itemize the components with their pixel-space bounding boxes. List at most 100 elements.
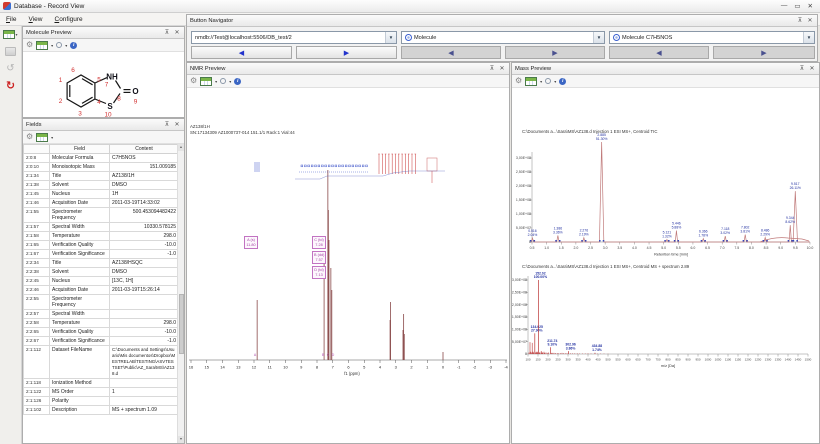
close-button[interactable]: ✕ <box>808 2 813 10</box>
menu-file[interactable]: File <box>0 13 23 26</box>
gear-icon[interactable]: ⚙ <box>190 77 197 85</box>
pin-icon[interactable]: ⊼ <box>798 65 806 73</box>
gear-icon[interactable]: ⚙ <box>515 77 522 85</box>
table-row[interactable]: 2:0:8Molecular FormulaC7H5NOS <box>24 154 179 163</box>
table-row[interactable]: 2:2:45Nucleus[13C, 1H] <box>24 277 179 286</box>
item-combobox-1[interactable]: Molecule ▼ <box>401 31 605 44</box>
table-row[interactable]: 2:1:112Dataset FileNameC:\Documents and … <box>24 346 179 379</box>
previous-item-button-1[interactable]: ◀ <box>401 46 501 59</box>
multiplet-label-box[interactable]: D (td)7.13 <box>312 266 326 279</box>
pin-icon[interactable]: ⊼ <box>796 17 804 25</box>
table-row[interactable]: 2:1:45Nucleus1H <box>24 190 179 199</box>
svg-text:3.81%: 3.81% <box>740 230 750 234</box>
previous-record-button[interactable]: ◀ <box>191 46 292 59</box>
table-row[interactable]: 2:1:102DescriptionMS + spectrum 1.09 <box>24 406 179 415</box>
maximize-button[interactable]: ▭ <box>794 2 800 10</box>
button-navigator-header[interactable]: Button Navigator ⊼ ✕ <box>187 15 817 27</box>
molecule-canvas[interactable]: NH S O 6 1 2 3 4 5 7 8 9 10 <box>23 52 184 117</box>
chevron-down-icon[interactable]: ▼ <box>593 32 604 43</box>
mass-preview-header[interactable]: Mass Preview ⊼ ✕ <box>512 63 819 75</box>
fields-scrollbar[interactable]: ▲ ▼ <box>177 144 184 443</box>
chevron-down-icon[interactable]: ▾ <box>554 79 556 84</box>
table-row[interactable]: 2:0:10Monoisotopic Mass151.009185 <box>24 163 179 172</box>
record-path-combobox[interactable]: nmdb://Test@localhost:5506/DB_test/2 ▼ <box>191 31 397 44</box>
table-row[interactable]: 2:1:122MS Order1 <box>24 388 179 397</box>
chevron-down-icon[interactable]: ▾ <box>215 79 217 84</box>
view-options-icon[interactable] <box>56 42 62 48</box>
next-item-button-1[interactable]: ▶ <box>505 46 605 59</box>
close-icon[interactable]: ✕ <box>173 29 181 37</box>
previous-item-button-2[interactable]: ◀ <box>609 46 709 59</box>
table-row[interactable]: 2:2:38SolventDMSO <box>24 268 179 277</box>
multiplet-label-box[interactable]: A (s)11.80 <box>244 236 258 249</box>
app-window: { "window": { "title": "Database - Recor… <box>0 0 820 444</box>
refresh-icon[interactable]: ↻ <box>3 79 19 91</box>
table-row[interactable]: 2:1:58Temperature298.0 <box>24 232 179 241</box>
svg-text:1000: 1000 <box>705 358 712 362</box>
menu-view[interactable]: View <box>23 13 49 26</box>
table-icon[interactable] <box>525 77 537 86</box>
table-row[interactable]: 2:2:58Temperature298.0 <box>24 319 179 328</box>
next-record-button[interactable]: ▶ <box>296 46 397 59</box>
table-row[interactable]: 2:1:65Verification Quality-10.0 <box>24 241 179 250</box>
pin-icon[interactable]: ⊼ <box>163 121 171 129</box>
close-icon[interactable]: ✕ <box>173 121 181 129</box>
table-row[interactable]: 2:1:126Polarity <box>24 397 179 406</box>
nmr-spectrum-canvas[interactable]: AZ138/1H SN:17134309 AZ1000737-014 151.1… <box>187 88 509 443</box>
close-icon[interactable]: ✕ <box>806 17 814 25</box>
close-icon[interactable]: ✕ <box>808 65 816 73</box>
svg-text:14: 14 <box>220 365 225 370</box>
next-item-button-2[interactable]: ▶ <box>713 46 815 59</box>
gear-icon[interactable]: ⚙ <box>26 133 33 141</box>
chevron-down-icon[interactable]: ▾ <box>65 43 67 48</box>
table-row[interactable]: 2:1:67Verification Significance-1.0 <box>24 250 179 259</box>
svg-text:1350: 1350 <box>775 358 782 362</box>
info-icon[interactable]: i <box>559 78 566 85</box>
scroll-down-arrow[interactable]: ▼ <box>178 436 184 443</box>
chevron-down-icon[interactable]: ▾ <box>229 79 231 84</box>
chevron-down-icon[interactable]: ▼ <box>385 32 396 43</box>
table-row[interactable]: 2:1:38SolventDMSO <box>24 181 179 190</box>
table-row[interactable]: 2:1:55Spectrometer Frequency500.45309448… <box>24 208 179 223</box>
view-options-icon[interactable] <box>220 78 226 84</box>
chevron-down-icon[interactable]: ▼ <box>803 32 814 43</box>
record-table-icon[interactable]: ▾ <box>3 28 19 40</box>
gear-icon[interactable]: ⚙ <box>26 41 33 49</box>
svg-text:5.88%: 5.88% <box>672 226 682 230</box>
pin-icon[interactable]: ⊼ <box>163 29 171 37</box>
scroll-up-arrow[interactable]: ▲ <box>178 144 184 151</box>
chevron-down-icon[interactable]: ▾ <box>51 135 53 140</box>
table-row[interactable]: 2:1:118Ionization Method <box>24 379 179 388</box>
svg-text:3.02%: 3.02% <box>720 231 730 235</box>
info-icon[interactable]: i <box>234 78 241 85</box>
view-options-icon[interactable] <box>545 78 551 84</box>
scrollbar-thumb[interactable] <box>179 294 184 354</box>
minimize-button[interactable]: — <box>781 2 788 10</box>
molecule-preview-header[interactable]: Molecule Preview ⊼ ✕ <box>23 27 184 39</box>
table-row[interactable]: 2:1:46Acquisition Date2011-03-19T14:33:0… <box>24 199 179 208</box>
table-icon[interactable] <box>36 41 48 50</box>
menu-configure[interactable]: Configure <box>48 13 88 26</box>
table-row[interactable]: 2:2:46Acquisition Date2011-03-19T15:26:1… <box>24 286 179 295</box>
chevron-down-icon[interactable]: ▾ <box>540 79 542 84</box>
table-row[interactable]: 2:1:57Spectral Width10330.578125 <box>24 223 179 232</box>
table-icon[interactable] <box>200 77 212 86</box>
chevron-down-icon[interactable]: ▾ <box>51 43 53 48</box>
table-row[interactable]: 2:2:67Verification Significance-1.0 <box>24 337 179 346</box>
mass-spectrum-canvas[interactable]: C:\Documents a...\Sara\MS\AZ138.d Inject… <box>512 88 819 443</box>
table-row[interactable]: 2:1:34TitleAZ138/1H <box>24 172 179 181</box>
pin-icon[interactable]: ⊼ <box>488 65 496 73</box>
close-icon[interactable]: ✕ <box>498 65 506 73</box>
svg-text:26.11%: 26.11% <box>790 186 801 190</box>
table-row[interactable]: 2:2:34TitleAZ138/HSQC <box>24 259 179 268</box>
multiplet-label-box[interactable]: B (dd)7.57 <box>312 251 326 264</box>
table-row[interactable]: 2:2:55Spectrometer Frequency <box>24 295 179 310</box>
item-combobox-2[interactable]: Molecule C7H5NOS ▼ <box>609 31 815 44</box>
table-row[interactable]: 2:2:57Spectral Width <box>24 310 179 319</box>
info-icon[interactable]: i <box>70 42 77 49</box>
table-icon[interactable] <box>36 133 48 142</box>
nmr-preview-header[interactable]: NMR Preview ⊼ ✕ <box>187 63 509 75</box>
multiplet-label-box[interactable]: C (td)7.28 <box>312 236 326 249</box>
fields-header[interactable]: Fields ⊼ ✕ <box>23 119 184 131</box>
table-row[interactable]: 2:2:65Verification Quality-10.0 <box>24 328 179 337</box>
